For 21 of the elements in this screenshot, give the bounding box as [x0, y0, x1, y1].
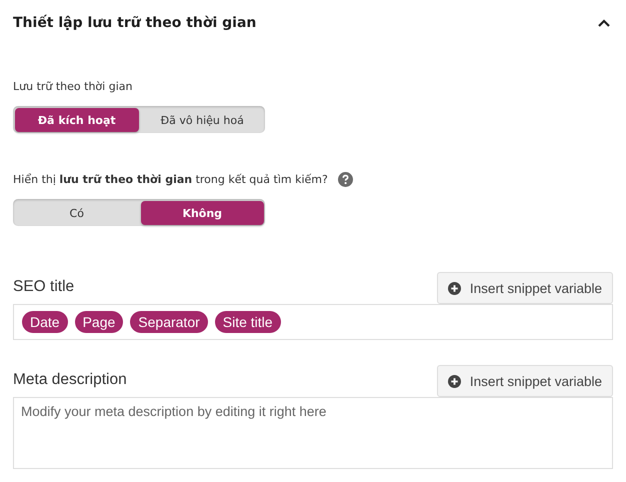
field-label: Meta description	[13, 371, 127, 390]
toggle-option[interactable]: Đã kích hoạt	[15, 108, 138, 132]
plus-icon	[448, 282, 461, 294]
toggle-option[interactable]: Không	[140, 201, 264, 225]
section-title: Thiết lập lưu trữ theo thời gian	[13, 15, 256, 31]
description-field[interactable]: Modify your meta description by editing it right here	[13, 397, 613, 469]
variable-tag[interactable]: Site title	[214, 311, 281, 333]
help-icon[interactable]	[338, 172, 353, 186]
insert-variable-button[interactable]: Insert snippet variable	[436, 272, 613, 304]
variable-tag[interactable]: Separator	[130, 311, 208, 333]
toggle-option[interactable]: Có	[15, 201, 138, 225]
setting-label: Hiển thị lưu trữ theo thời gian trong kết quả tìm kiếm?	[13, 172, 328, 186]
plus-icon	[448, 374, 461, 388]
setting-label: Lưu trữ theo thời gian	[13, 80, 132, 92]
variable-tag[interactable]: Date	[22, 311, 68, 333]
toggle-option[interactable]: Đã vô hiệu hoá	[140, 108, 264, 132]
title-field[interactable]: Date Page Separator Site title	[13, 304, 613, 340]
insert-variable-button[interactable]: Insert snippet variable	[436, 365, 613, 397]
chevron-icon[interactable]	[597, 18, 611, 28]
field-label: SEO title	[13, 278, 74, 297]
variable-tag[interactable]: Page	[74, 311, 124, 333]
